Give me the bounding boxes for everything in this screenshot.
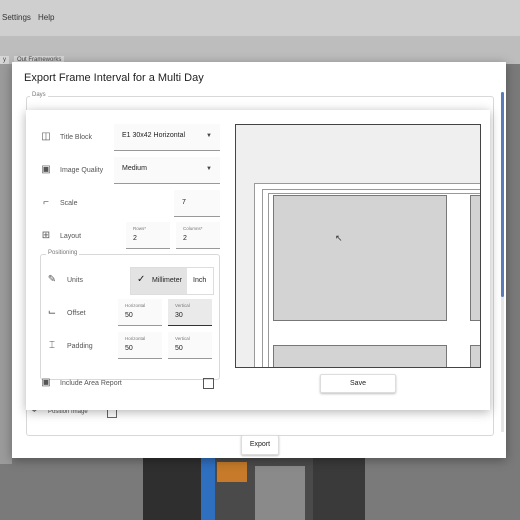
image-quality-label: Image Quality (60, 167, 104, 174)
caret-down-icon: ▼ (206, 166, 212, 172)
rows-input[interactable]: Rows* 2 (126, 222, 170, 249)
columns-input[interactable]: Columns* 2 (176, 222, 220, 249)
scrollbar-thumb[interactable] (501, 92, 504, 297)
image-quality-select[interactable]: Medium ▼ (114, 157, 220, 184)
layout-label: Layout (60, 233, 82, 240)
title-block-icon: ◫ (41, 131, 51, 142)
left-panel (0, 64, 12, 464)
check-icon: ✓ (137, 274, 146, 285)
mouse-cursor-icon: ↖ (335, 233, 343, 243)
positioning-legend: Positioning (46, 250, 80, 256)
padding-icon: ⌶ (49, 340, 55, 351)
inch-label: Inch (193, 277, 207, 284)
grid-icon: ⊞ (41, 230, 51, 241)
title-block-select[interactable]: E1 30x42 Horizontal ▼ (114, 124, 220, 151)
dialog-scrollbar[interactable] (501, 92, 504, 432)
units-toggle: ✓ Millimeter Inch (130, 267, 214, 295)
image-quality-value: Medium (122, 165, 147, 172)
report-image-icon: ▣ (41, 377, 51, 388)
menu-settings[interactable]: Settings (2, 13, 31, 22)
offset-icon: ⌙ (47, 307, 57, 318)
padding-horizontal-input[interactable]: Horizontal 50 (118, 332, 162, 359)
offset-vertical-value: 30 (175, 312, 183, 319)
preview-cell-3 (273, 345, 447, 367)
days-legend: Days (30, 92, 48, 98)
preview-cell-4 (470, 345, 480, 367)
image-icon: ▣ (41, 164, 51, 175)
toolbar-strip (0, 36, 520, 64)
padding-horizontal-label: Horizontal (125, 336, 146, 341)
menu-bar: Settings Help (0, 0, 520, 36)
dialog-title: Export Frame Interval for a Multi Day (24, 72, 204, 84)
title-block-value: E1 30x42 Horizontal (122, 132, 186, 139)
save-button[interactable]: Save (320, 374, 396, 393)
export-button[interactable]: Export (241, 435, 279, 455)
units-label: Units (67, 277, 83, 284)
padding-vertical-label: Vertical (175, 336, 190, 341)
padding-label: Padding (67, 343, 93, 350)
3d-viewport (143, 458, 365, 520)
offset-label: Offset (67, 310, 86, 317)
include-area-report-checkbox[interactable] (203, 378, 214, 389)
millimeter-option[interactable]: ✓ Millimeter (131, 268, 187, 294)
ruler-icon: ✎ (47, 274, 57, 285)
offset-horizontal-label: Horizontal (125, 303, 146, 308)
include-area-report-label: Include Area Report (60, 380, 122, 387)
layout-preview: ↖ (235, 124, 481, 368)
scale-label: Scale (60, 200, 78, 207)
offset-horizontal-value: 50 (125, 312, 133, 319)
bg-tab-1[interactable]: y (0, 56, 9, 64)
padding-horizontal-value: 50 (125, 345, 133, 352)
rows-label: Rows* (133, 226, 147, 231)
rows-value: 2 (133, 235, 137, 242)
columns-value: 2 (183, 235, 187, 242)
inch-option[interactable]: Inch (187, 268, 213, 294)
padding-vertical-input[interactable]: Vertical 50 (168, 332, 212, 359)
columns-label: Columns* (183, 226, 203, 231)
caret-down-icon: ▼ (206, 133, 212, 139)
preview-cell-2 (470, 195, 480, 321)
crop-icon: ⌐ (43, 197, 49, 208)
preview-cell-1 (273, 195, 447, 321)
millimeter-label: Millimeter (152, 277, 182, 284)
offset-vertical-input[interactable]: Vertical 30 (168, 299, 212, 326)
menu-help[interactable]: Help (38, 13, 54, 22)
offset-horizontal-input[interactable]: Horizontal 50 (118, 299, 162, 326)
offset-vertical-label: Vertical (175, 303, 190, 308)
layout-settings-dialog: ◫ Title Block E1 30x42 Horizontal ▼ ▣ Im… (26, 110, 490, 410)
title-block-label: Title Block (60, 134, 93, 141)
padding-vertical-value: 50 (175, 345, 183, 352)
scale-input[interactable]: 7 (174, 190, 220, 217)
scale-value: 7 (182, 199, 186, 206)
